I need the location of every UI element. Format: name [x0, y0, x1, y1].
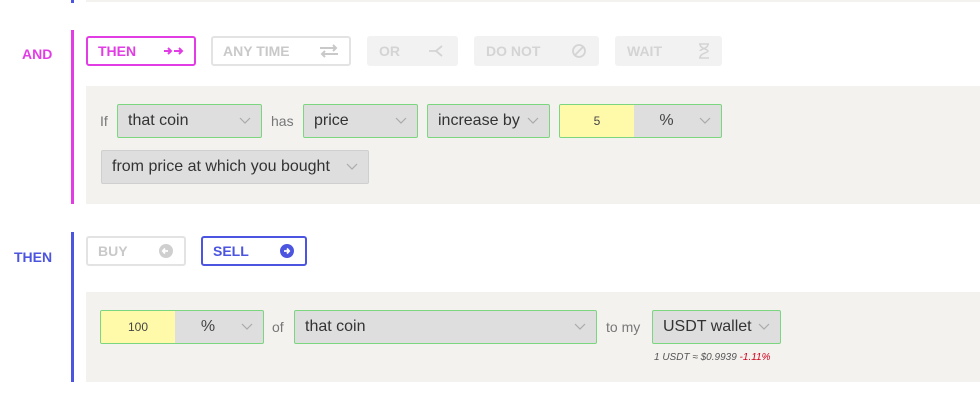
- previous-block-bar: [71, 0, 74, 3]
- reference-select-value: from price at which you bought: [112, 158, 330, 175]
- usdt-rate-change: -1.11%: [739, 352, 771, 363]
- asset-select-value: that coin: [305, 318, 366, 335]
- has-text: has: [271, 113, 294, 129]
- then-section-bar: [71, 232, 74, 382]
- hourglass-icon: [698, 43, 710, 59]
- metric-select[interactable]: price: [303, 104, 418, 138]
- usdt-rate-info: 1 USDT ≈ $0.9939 -1.11%: [654, 352, 771, 363]
- chevron-down-icon: [241, 318, 253, 336]
- wallet-select[interactable]: USDT wallet: [652, 310, 781, 344]
- tab-or[interactable]: OR: [367, 36, 458, 66]
- chevron-down-icon: [395, 117, 407, 125]
- sell-amount-group: 100 %: [100, 310, 264, 344]
- if-text: If: [100, 113, 108, 129]
- sell-unit-select[interactable]: %: [175, 311, 263, 343]
- tab-or-label: OR: [379, 43, 400, 59]
- sell-amount-input[interactable]: 100: [101, 311, 175, 343]
- wallet-select-value: USDT wallet: [663, 318, 752, 335]
- then-section-label: THEN: [14, 249, 53, 265]
- increase-amount-input[interactable]: 5: [560, 105, 634, 137]
- chevron-down-icon: [346, 163, 358, 171]
- tab-any-time-label: ANY TIME: [223, 43, 290, 59]
- buy-button-label: BUY: [98, 243, 128, 259]
- chevron-down-icon: [758, 323, 770, 331]
- direction-select-value: increase by: [438, 112, 520, 129]
- increase-unit-value: %: [659, 112, 674, 129]
- and-section-label: AND: [22, 46, 53, 62]
- subject-select-value: that coin: [128, 112, 189, 129]
- sell-button[interactable]: SELL: [201, 236, 307, 266]
- sell-button-label: SELL: [213, 243, 249, 259]
- chevron-down-icon: [239, 117, 251, 125]
- chevron-down-icon: [527, 117, 539, 125]
- increase-amount-group: 5 %: [559, 104, 722, 138]
- sell-unit-value: %: [200, 318, 216, 335]
- chevron-down-icon: [574, 323, 586, 331]
- asset-select[interactable]: that coin: [294, 310, 597, 344]
- to-my-text: to my: [606, 319, 641, 335]
- reference-select[interactable]: from price at which you bought: [101, 150, 369, 184]
- of-text: of: [272, 319, 284, 335]
- direction-select[interactable]: increase by: [427, 104, 550, 138]
- circle-arrow-right-icon: [279, 243, 295, 259]
- tab-wait-label: WAIT: [627, 43, 662, 59]
- subject-select[interactable]: that coin: [117, 104, 262, 138]
- branch-icon: [428, 44, 446, 58]
- buy-button[interactable]: BUY: [86, 236, 186, 266]
- metric-select-value: price: [314, 112, 349, 129]
- tab-wait[interactable]: WAIT: [615, 36, 722, 66]
- chevron-down-icon: [699, 112, 711, 130]
- swap-arrows-icon: [319, 44, 339, 58]
- prohibited-icon: [571, 43, 587, 59]
- tab-then[interactable]: THEN: [86, 36, 196, 66]
- increase-unit-select[interactable]: %: [634, 105, 721, 137]
- tab-do-not[interactable]: DO NOT: [474, 36, 599, 66]
- and-section-bar: [71, 30, 74, 204]
- usdt-rate-text: 1 USDT ≈ $0.9939: [654, 352, 737, 363]
- tab-then-label: THEN: [98, 43, 137, 59]
- previous-block-panel: [86, 0, 980, 2]
- circle-arrow-left-icon: [158, 243, 174, 259]
- tab-any-time[interactable]: ANY TIME: [211, 36, 351, 66]
- tab-do-not-label: DO NOT: [486, 43, 541, 59]
- double-arrow-right-icon: [164, 46, 184, 56]
